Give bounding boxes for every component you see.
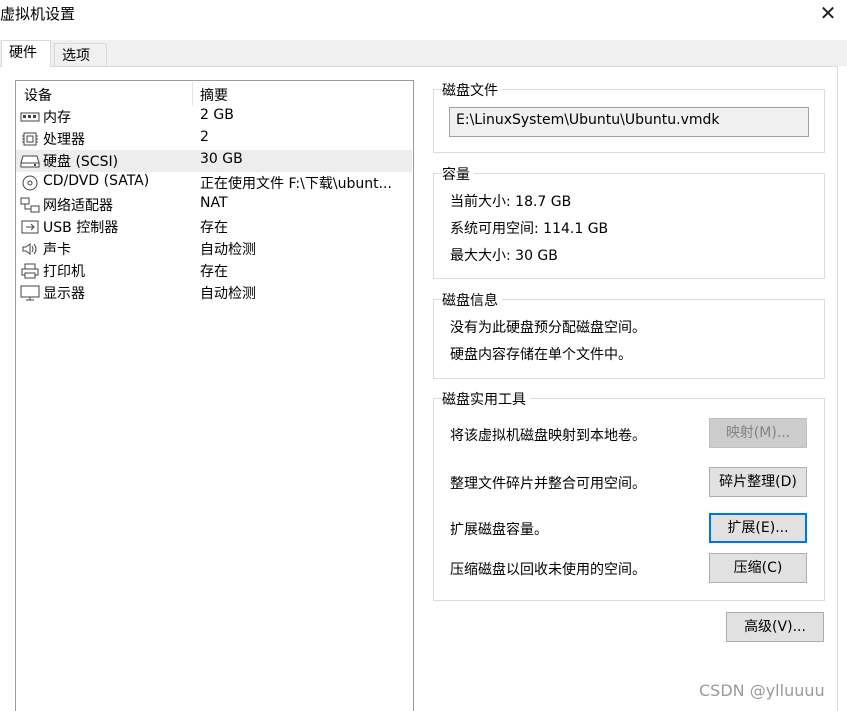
device-summary: 2 (200, 129, 209, 145)
capacity-title: 容量 (442, 164, 474, 184)
device-name: CD/DVD (SATA) (43, 173, 150, 189)
device-summary: 正在使用文件 F:\下载\ubunt... (200, 176, 392, 192)
network-icon (20, 197, 40, 213)
compact-button[interactable]: 压缩(C) (709, 553, 807, 583)
cd-icon (20, 175, 40, 191)
device-name: 内存 (43, 110, 71, 126)
printer-icon (20, 263, 40, 279)
current-size-text: 当前大小: 18.7 GB (450, 194, 572, 210)
device-row-cd-dvd[interactable]: CD/DVD (SATA) 正在使用文件 F:\下载\ubunt... (16, 172, 412, 194)
device-name: USB 控制器 (43, 220, 119, 236)
available-space-text: 系统可用空间: 114.1 GB (450, 221, 609, 237)
map-button[interactable]: 映射(M)... (709, 418, 807, 448)
speaker-icon (20, 241, 40, 257)
device-row-cpu[interactable]: 处理器 2 (16, 128, 412, 150)
title-bar (0, 0, 847, 30)
device-row-display[interactable]: 显示器 自动检测 (16, 282, 412, 304)
defrag-button[interactable]: 碎片整理(D) (709, 467, 807, 497)
watermark-text: CSDN @ylluuuu (699, 681, 825, 700)
device-row-printer[interactable]: 打印机 存在 (16, 260, 412, 282)
tab-options[interactable]: 选项 (54, 43, 107, 66)
column-header-summary[interactable]: 摘要 (200, 85, 228, 105)
device-summary: 自动检测 (200, 286, 256, 302)
device-summary: NAT (200, 195, 228, 211)
cpu-icon (20, 131, 40, 147)
device-row-network[interactable]: 网络适配器 NAT (16, 194, 412, 216)
disk-info-group (433, 299, 825, 379)
disk-info-title: 磁盘信息 (442, 290, 502, 310)
disk-file-path-field[interactable]: E:\LinuxSystem\Ubuntu\Ubuntu.vmdk (449, 107, 809, 137)
expand-description: 扩展磁盘容量。 (450, 522, 548, 538)
device-row-memory[interactable]: 内存 2 GB (16, 106, 412, 128)
disk-utilities-title: 磁盘实用工具 (442, 389, 530, 409)
device-name: 声卡 (43, 242, 71, 258)
device-summary: 存在 (200, 264, 228, 280)
device-summary: 自动检测 (200, 242, 256, 258)
expand-button[interactable]: 扩展(E)... (709, 513, 807, 543)
max-size-text: 最大大小: 30 GB (450, 248, 558, 264)
column-separator[interactable] (192, 82, 193, 106)
device-name: 处理器 (43, 132, 85, 148)
disk-info-line-2: 硬盘内容存储在单个文件中。 (450, 347, 632, 363)
disk-file-title: 磁盘文件 (442, 80, 502, 100)
monitor-icon (20, 285, 40, 301)
column-header-device[interactable]: 设备 (24, 85, 52, 105)
advanced-button[interactable]: 高级(V)... (726, 612, 824, 642)
map-description: 将该虚拟机磁盘映射到本地卷。 (450, 428, 646, 444)
compact-description: 压缩磁盘以回收未使用的空间。 (450, 562, 646, 578)
disk-info-line-1: 没有为此硬盘预分配磁盘空间。 (450, 320, 646, 336)
tab-strip (0, 40, 847, 66)
window-title: 虚拟机设置 (0, 5, 76, 23)
device-row-usb[interactable]: USB 控制器 存在 (16, 216, 412, 238)
device-name: 硬盘 (SCSI) (43, 154, 119, 170)
close-icon[interactable]: ✕ (816, 0, 840, 26)
device-name: 打印机 (43, 264, 85, 280)
device-name: 显示器 (43, 286, 85, 302)
usb-icon (20, 219, 40, 235)
defrag-description: 整理文件碎片并整合可用空间。 (450, 476, 646, 492)
device-summary: 2 GB (200, 107, 234, 123)
device-row-sound[interactable]: 声卡 自动检测 (16, 238, 412, 260)
memory-icon (20, 109, 40, 125)
device-row-harddisk[interactable]: 硬盘 (SCSI) 30 GB (16, 150, 412, 172)
device-summary: 存在 (200, 220, 228, 236)
device-name: 网络适配器 (43, 198, 113, 214)
tab-hardware[interactable]: 硬件 (1, 40, 51, 67)
device-summary: 30 GB (200, 151, 243, 167)
harddisk-icon (20, 153, 40, 169)
